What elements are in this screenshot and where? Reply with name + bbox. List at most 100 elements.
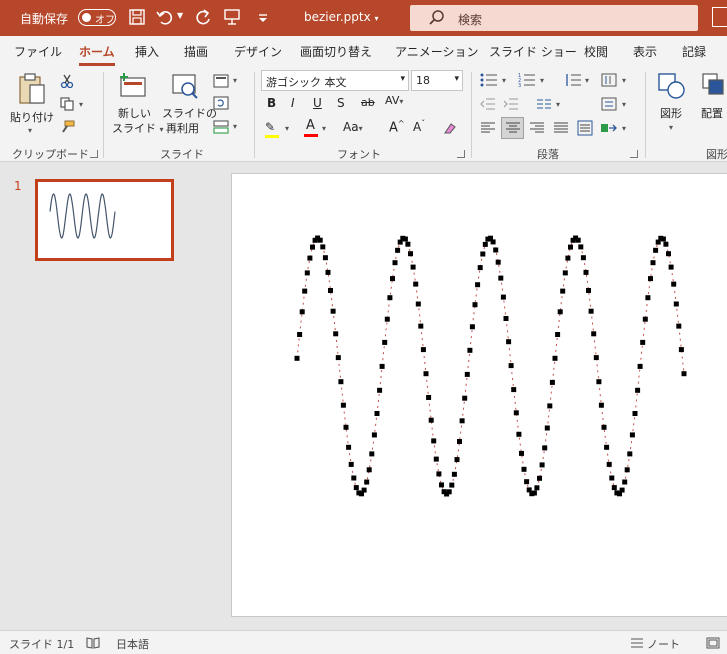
clipboard-launcher-icon[interactable] bbox=[90, 150, 98, 158]
edit-point-handle[interactable] bbox=[436, 471, 442, 477]
bold-icon[interactable]: B bbox=[267, 96, 276, 110]
edit-point-handle[interactable] bbox=[555, 332, 561, 337]
edit-point-handle[interactable] bbox=[568, 244, 573, 250]
edit-point-handle[interactable] bbox=[320, 244, 326, 250]
edit-point-handle[interactable] bbox=[369, 451, 375, 457]
edit-point-handle[interactable] bbox=[549, 379, 555, 385]
ribbon-display-icon[interactable] bbox=[712, 7, 727, 27]
edit-point-handle[interactable] bbox=[635, 387, 641, 393]
edit-point-handle[interactable] bbox=[346, 444, 352, 450]
edit-point-handle[interactable] bbox=[660, 236, 666, 242]
edit-point-handle[interactable] bbox=[402, 236, 408, 242]
edit-point-handle[interactable] bbox=[297, 332, 303, 337]
edit-point-handle[interactable] bbox=[379, 363, 385, 369]
line-spacing-dropdown-icon[interactable]: ▾ bbox=[585, 76, 589, 85]
edit-point-handle[interactable] bbox=[676, 323, 682, 329]
normal-view-icon[interactable] bbox=[706, 637, 720, 649]
line-spacing-icon[interactable] bbox=[564, 72, 582, 88]
slide-thumbnail[interactable] bbox=[35, 179, 174, 261]
character-spacing-icon[interactable]: AV▾ bbox=[385, 94, 403, 107]
cut-icon[interactable] bbox=[60, 74, 74, 88]
edit-point-handle[interactable] bbox=[371, 432, 377, 438]
edit-point-handle[interactable] bbox=[382, 339, 388, 345]
smartart-icon[interactable] bbox=[600, 120, 618, 136]
edit-point-handle[interactable] bbox=[537, 475, 542, 481]
edit-point-handle[interactable] bbox=[299, 309, 305, 315]
edit-point-handle[interactable] bbox=[446, 489, 452, 495]
font-color-icon[interactable]: A bbox=[304, 118, 318, 137]
edit-point-handle[interactable] bbox=[390, 276, 395, 282]
edit-point-handle[interactable] bbox=[606, 461, 612, 467]
edit-point-handle[interactable] bbox=[521, 466, 527, 472]
edit-point-handle[interactable] bbox=[531, 490, 537, 496]
edit-point-handle[interactable] bbox=[678, 347, 684, 353]
edit-point-handle[interactable] bbox=[498, 275, 504, 281]
align-right-icon[interactable] bbox=[529, 121, 545, 135]
edit-point-handle[interactable] bbox=[516, 431, 522, 437]
tab-draw[interactable]: 描画 bbox=[184, 43, 208, 60]
edit-point-handle[interactable] bbox=[493, 247, 499, 253]
edit-point-handle[interactable] bbox=[361, 487, 367, 493]
tab-animations[interactable]: アニメーション bbox=[395, 43, 479, 60]
customize-qat-icon[interactable] bbox=[254, 8, 272, 26]
tab-transitions[interactable]: 画面切り替え bbox=[300, 43, 372, 60]
edit-point-handle[interactable] bbox=[325, 269, 331, 275]
layout-icon[interactable] bbox=[213, 74, 229, 88]
edit-point-handle[interactable] bbox=[353, 485, 359, 491]
edit-point-handle[interactable] bbox=[462, 395, 468, 401]
edit-point-handle[interactable] bbox=[490, 239, 496, 245]
edit-point-handle[interactable] bbox=[418, 323, 424, 329]
bullets-icon[interactable] bbox=[480, 72, 498, 88]
paragraph-launcher-icon[interactable] bbox=[630, 150, 638, 158]
accessibility-icon[interactable] bbox=[86, 636, 100, 650]
undo-icon[interactable] bbox=[156, 8, 174, 26]
edit-point-handle[interactable] bbox=[578, 244, 584, 250]
edit-point-handle[interactable] bbox=[413, 281, 419, 287]
edit-point-handle[interactable] bbox=[575, 237, 581, 243]
edit-point-handle[interactable] bbox=[464, 371, 470, 377]
edit-point-handle[interactable] bbox=[601, 424, 607, 430]
edit-point-handle[interactable] bbox=[395, 247, 401, 253]
edit-point-handle[interactable] bbox=[519, 450, 524, 456]
edit-point-handle[interactable] bbox=[596, 379, 602, 385]
distributed-icon[interactable] bbox=[577, 120, 593, 136]
edit-point-handle[interactable] bbox=[593, 355, 599, 361]
edit-point-handle[interactable] bbox=[294, 355, 300, 361]
redo-icon[interactable] bbox=[194, 8, 212, 26]
edit-point-handle[interactable] bbox=[310, 244, 315, 250]
edit-point-handle[interactable] bbox=[560, 288, 566, 294]
align-text-icon[interactable] bbox=[600, 96, 618, 112]
edit-point-handle[interactable] bbox=[467, 347, 473, 353]
edit-point-handle[interactable] bbox=[565, 255, 571, 261]
edit-point-handle[interactable] bbox=[340, 402, 346, 408]
columns-icon[interactable] bbox=[536, 97, 552, 111]
format-painter-icon[interactable] bbox=[59, 120, 75, 134]
edit-point-handle[interactable] bbox=[374, 411, 380, 416]
edit-point-handle[interactable] bbox=[544, 425, 550, 431]
edit-point-handle[interactable] bbox=[663, 241, 669, 247]
edit-point-handle[interactable] bbox=[629, 432, 635, 438]
align-center-button[interactable] bbox=[501, 117, 524, 139]
edit-point-handle[interactable] bbox=[454, 457, 460, 463]
notes-icon[interactable] bbox=[630, 637, 644, 649]
edit-point-handle[interactable] bbox=[304, 270, 310, 276]
decrease-indent-icon[interactable] bbox=[480, 97, 496, 111]
edit-point-handle[interactable] bbox=[377, 387, 383, 393]
edit-point-handle[interactable] bbox=[598, 402, 604, 408]
highlight-dropdown-icon[interactable]: ▾ bbox=[285, 124, 289, 133]
edit-point-handle[interactable] bbox=[673, 301, 679, 307]
slide-canvas[interactable] bbox=[231, 173, 727, 617]
align-text-dropdown-icon[interactable]: ▾ bbox=[622, 100, 626, 109]
edit-point-handle[interactable] bbox=[384, 316, 390, 322]
edit-point-handle[interactable] bbox=[428, 417, 434, 423]
save-icon[interactable] bbox=[128, 8, 146, 26]
edit-point-handle[interactable] bbox=[335, 355, 341, 361]
edit-point-handle[interactable] bbox=[469, 324, 475, 330]
edit-point-handle[interactable] bbox=[622, 479, 628, 485]
autosave-toggle[interactable]: オフ bbox=[78, 9, 116, 26]
justify-icon[interactable] bbox=[553, 121, 569, 135]
edit-point-handle[interactable] bbox=[611, 485, 617, 491]
grow-font-icon[interactable]: A^ bbox=[389, 119, 405, 135]
edit-point-handle[interactable] bbox=[524, 479, 530, 485]
edit-point-handle[interactable] bbox=[637, 363, 643, 369]
